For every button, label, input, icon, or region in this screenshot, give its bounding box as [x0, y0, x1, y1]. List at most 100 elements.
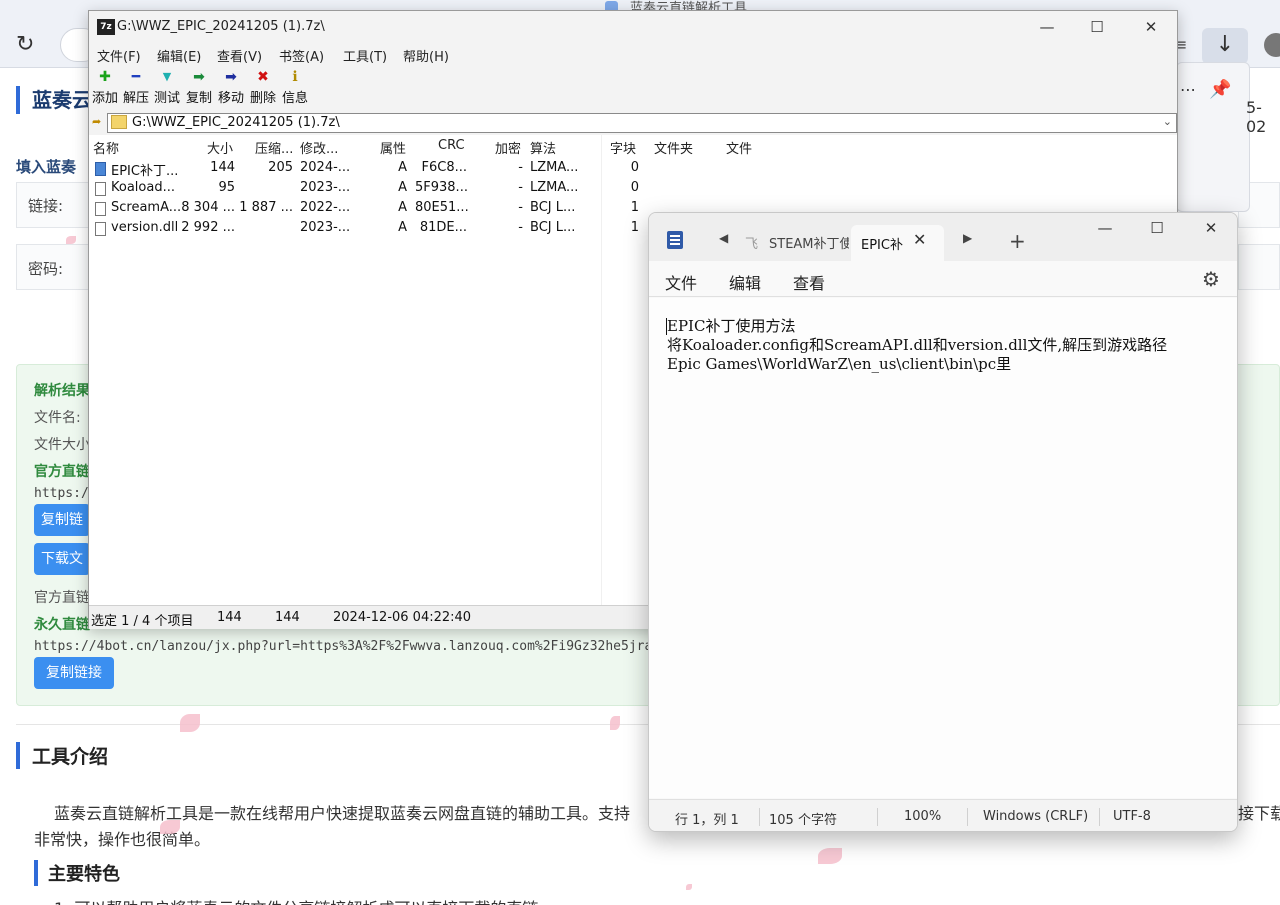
- tab-close-icon[interactable]: ✕: [913, 230, 926, 249]
- status-selection: 选定 1 / 4 个项目: [91, 614, 194, 629]
- col-name[interactable]: 名称: [93, 138, 119, 157]
- password-input-right[interactable]: [1238, 244, 1280, 290]
- dll-file-icon: [95, 222, 106, 236]
- col-packed[interactable]: 压缩...: [255, 138, 293, 157]
- menu-file[interactable]: 文件(F): [97, 46, 141, 65]
- sevenzip-logo-icon: 7z: [97, 19, 115, 35]
- add-button[interactable]: ✚ 添加: [89, 67, 121, 106]
- col-size[interactable]: 大小: [207, 138, 233, 157]
- col-files[interactable]: 文件: [726, 138, 752, 157]
- line-ending[interactable]: Windows (CRLF): [983, 809, 1088, 824]
- petal-decoration: [818, 848, 842, 864]
- petal-decoration: [610, 716, 620, 730]
- col-attributes[interactable]: 属性: [380, 138, 406, 157]
- date-fragment: 5-02: [1246, 98, 1267, 136]
- more-icon[interactable]: ⋯: [1180, 80, 1196, 99]
- col-crc[interactable]: CRC: [438, 138, 465, 153]
- address-bar: ➦ G:\WWZ_EPIC_20241205 (1).7z\ ⌄: [89, 111, 1177, 135]
- petal-decoration: [66, 236, 76, 244]
- maximize-button[interactable]: ☐: [1077, 16, 1117, 38]
- menu-edit[interactable]: 编辑: [729, 270, 761, 294]
- settings-gear-icon[interactable]: ⚙: [1202, 267, 1220, 291]
- close-button[interactable]: ✕: [1191, 219, 1231, 241]
- download-button[interactable]: ↓: [1202, 28, 1248, 64]
- official-link-label-2: 官方直链: [34, 590, 90, 606]
- password-label: 密码:: [28, 260, 64, 278]
- tab-fragment[interactable]: 飞: [745, 233, 758, 252]
- menu-bookmarks[interactable]: 书签(A): [279, 46, 324, 65]
- content-line-3: Epic Games\WorldWarZ\en_us\client\bin\pc…: [667, 355, 1012, 373]
- intro-title: 工具介绍: [16, 742, 108, 769]
- toolbar: ✚ 添加 ━ 解压 ▼ 测试 ➡ 复制 ➡ 移动 ✖ 删除 ℹ 信息: [89, 65, 1177, 111]
- col-method[interactable]: 算法: [530, 138, 556, 157]
- separator: [967, 808, 968, 826]
- link-label: 链接:: [28, 197, 64, 215]
- menu-edit[interactable]: 编辑(E): [157, 46, 201, 65]
- info-button[interactable]: ℹ 信息: [279, 67, 311, 106]
- address-input[interactable]: G:\WWZ_EPIC_20241205 (1).7z\ ⌄: [107, 113, 1177, 133]
- col-folders[interactable]: 文件夹: [654, 138, 693, 157]
- text-editor[interactable]: EPIC补丁使用方法 将Koaloader.config和ScreamAPI.d…: [649, 298, 1237, 798]
- features-line1: 1. 可以帮助用户将蓝奏云的文件分享链接解析成可以直接下载的直链: [54, 895, 538, 905]
- separator: [759, 808, 760, 826]
- notepad-app-icon: [667, 231, 683, 249]
- reload-icon[interactable]: ↻: [16, 32, 34, 57]
- notepad-window: ◀ 飞 STEAM补丁使 EPIC补 ✕ ▶ + — ☐ ✕ 文件 编辑 查看 …: [648, 212, 1238, 832]
- col-modified[interactable]: 修改...: [300, 138, 338, 157]
- copy-button[interactable]: ➡ 复制: [183, 67, 215, 106]
- close-button[interactable]: ✕: [1131, 16, 1171, 38]
- delete-icon: ✖: [257, 69, 269, 85]
- notepad-tab-bar[interactable]: ◀ 飞 STEAM补丁使 EPIC补 ✕ ▶ + — ☐ ✕: [649, 213, 1237, 261]
- col-block[interactable]: 字块: [610, 138, 636, 157]
- status-packed: 144: [275, 610, 300, 625]
- permanent-url: https://4bot.cn/lanzou/jx.php?url=https%…: [34, 639, 648, 654]
- pin-icon[interactable]: 📌: [1209, 79, 1231, 100]
- copy-official-button[interactable]: 复制链: [34, 504, 90, 536]
- menu-file[interactable]: 文件: [665, 270, 697, 294]
- menu-view[interactable]: 查看(V): [217, 46, 262, 65]
- status-date: 2024-12-06 04:22:40: [333, 610, 472, 625]
- download-file-button[interactable]: 下载文: [34, 543, 90, 575]
- separator: [1099, 808, 1100, 826]
- petal-decoration: [180, 714, 200, 732]
- tab-steam[interactable]: STEAM补丁使: [769, 233, 849, 252]
- petal-decoration: [160, 820, 180, 834]
- maximize-button[interactable]: ☐: [1137, 219, 1177, 241]
- minimize-button[interactable]: —: [1085, 219, 1125, 241]
- test-button[interactable]: ▼ 测试: [151, 67, 183, 106]
- profile-avatar[interactable]: [1264, 33, 1280, 57]
- encoding[interactable]: UTF-8: [1113, 809, 1151, 824]
- petal-decoration: [686, 884, 692, 890]
- menu-tools[interactable]: 工具(T): [343, 46, 387, 65]
- copy-icon: ➡: [193, 69, 205, 85]
- download-icon: ↓: [1215, 32, 1235, 57]
- scroll-right-icon[interactable]: ▶: [963, 231, 972, 245]
- new-tab-button[interactable]: +: [1009, 229, 1026, 253]
- minimize-button[interactable]: —: [1027, 16, 1067, 38]
- chevron-down-icon[interactable]: ⌄: [1163, 115, 1172, 128]
- notepad-status-bar: 行 1，列 1 105 个字符 100% Windows (CRLF) UTF-…: [649, 799, 1237, 831]
- move-button[interactable]: ➡ 移动: [215, 67, 247, 106]
- sevenzip-titlebar[interactable]: 7z G:\WWZ_EPIC_20241205 (1).7z\ — ☐ ✕: [89, 11, 1177, 43]
- menu-help[interactable]: 帮助(H): [403, 46, 449, 65]
- up-folder-icon[interactable]: ➦: [92, 115, 101, 128]
- tab-epic-active[interactable]: EPIC补 ✕: [851, 225, 944, 261]
- info-icon: ℹ: [292, 69, 298, 85]
- col-encrypted[interactable]: 加密: [495, 138, 521, 157]
- permanent-link-label: 永久直链: [34, 617, 90, 633]
- intro-paragraph-line1: 蓝奏云直链解析工具是一款在线帮用户快速提取蓝奏云网盘直链的辅助工具。支持: [54, 804, 631, 823]
- extract-button[interactable]: ━ 解压: [120, 67, 152, 106]
- status-size: 144: [217, 610, 242, 625]
- content-line-1: EPIC补丁使用方法: [667, 317, 796, 335]
- text-file-icon: [95, 162, 106, 176]
- delete-button[interactable]: ✖ 删除: [247, 67, 279, 106]
- extract-icon: ━: [131, 69, 141, 85]
- official-url: https:/: [34, 486, 89, 501]
- test-icon: ▼: [162, 70, 172, 83]
- features-title: 主要特色: [34, 860, 120, 886]
- menu-view[interactable]: 查看: [793, 270, 825, 294]
- zoom-level[interactable]: 100%: [904, 809, 941, 824]
- copy-permanent-button[interactable]: 复制链接: [34, 657, 114, 689]
- filesize-label: 文件大小: [34, 437, 90, 453]
- scroll-left-icon[interactable]: ◀: [719, 231, 728, 245]
